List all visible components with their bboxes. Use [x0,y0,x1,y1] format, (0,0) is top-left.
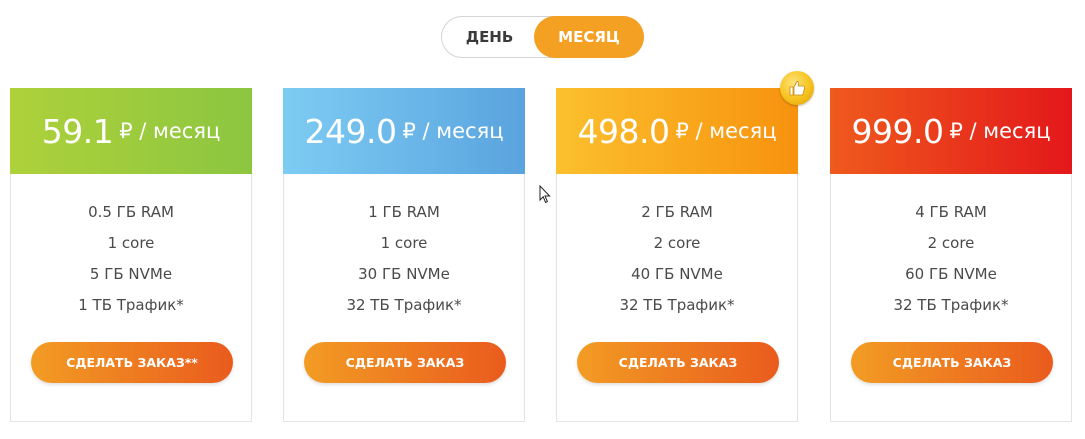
plan-price-header: 999.0 ₽ / месяц [830,88,1072,174]
plan-card: 59.1 ₽ / месяц 0.5 ГБ RAM 1 core 5 ГБ NV… [10,88,252,422]
plan-price: 249.0 [304,111,397,151]
spec-ram: 2 ГБ RAM [641,203,713,221]
plan-price-unit: ₽ / месяц [949,119,1051,143]
spec-traffic: 32 ТБ Трафик* [346,296,462,314]
plan-card: 999.0 ₽ / месяц 4 ГБ RAM 2 core 60 ГБ NV… [830,88,1072,422]
plan-card: 249.0 ₽ / месяц 1 ГБ RAM 1 core 30 ГБ NV… [283,88,525,422]
plan-specs: 0.5 ГБ RAM 1 core 5 ГБ NVMe 1 ТБ Трафик* [11,197,251,321]
spec-cpu: 1 core [107,234,155,252]
toggle-option-day[interactable]: ДЕНЬ [442,17,537,57]
spec-disk: 40 ГБ NVMe [631,265,723,283]
plan-price: 999.0 [851,111,944,151]
plan-price: 59.1 [41,111,114,151]
order-button[interactable]: СДЕЛАТЬ ЗАКАЗ [851,342,1053,383]
spec-ram: 1 ГБ RAM [368,203,440,221]
recommended-badge [780,71,814,105]
plan-price-unit: ₽ / месяц [675,119,777,143]
plan-price-header: 249.0 ₽ / месяц [283,88,525,174]
spec-cpu: 1 core [380,234,428,252]
plan-specs: 2 ГБ RAM 2 core 40 ГБ NVMe 32 ТБ Трафик* [557,197,797,321]
thumbs-up-icon [789,81,805,96]
order-button[interactable]: СДЕЛАТЬ ЗАКАЗ [304,342,506,383]
plan-price: 498.0 [577,111,670,151]
spec-cpu: 2 core [927,234,975,252]
plan-specs: 1 ГБ RAM 1 core 30 ГБ NVMe 32 ТБ Трафик* [284,197,524,321]
spec-cpu: 2 core [653,234,701,252]
toggle-option-month[interactable]: МЕСЯЦ [534,16,644,58]
order-button[interactable]: СДЕЛАТЬ ЗАКАЗ [577,342,779,383]
spec-traffic: 32 ТБ Трафик* [619,296,735,314]
plan-price-header: 498.0 ₽ / месяц [556,88,798,174]
spec-traffic: 32 ТБ Трафик* [893,296,1009,314]
plan-price-header: 59.1 ₽ / месяц [10,88,252,174]
spec-ram: 4 ГБ RAM [915,203,987,221]
spec-disk: 5 ГБ NVMe [89,265,173,283]
spec-disk: 30 ГБ NVMe [358,265,450,283]
spec-ram: 0.5 ГБ RAM [88,203,174,221]
mouse-cursor-icon [539,185,551,204]
order-button[interactable]: СДЕЛАТЬ ЗАКАЗ** [31,342,233,383]
plan-price-unit: ₽ / месяц [402,119,504,143]
plan-specs: 4 ГБ RAM 2 core 60 ГБ NVMe 32 ТБ Трафик* [831,197,1071,321]
plan-card: 498.0 ₽ / месяц 2 ГБ RAM 2 core 40 ГБ NV… [556,88,798,422]
plan-price-unit: ₽ / месяц [119,119,221,143]
spec-traffic: 1 ТБ Трафик* [78,296,184,314]
spec-disk: 60 ГБ NVMe [905,265,997,283]
period-toggle[interactable]: ДЕНЬ МЕСЯЦ [441,16,644,58]
